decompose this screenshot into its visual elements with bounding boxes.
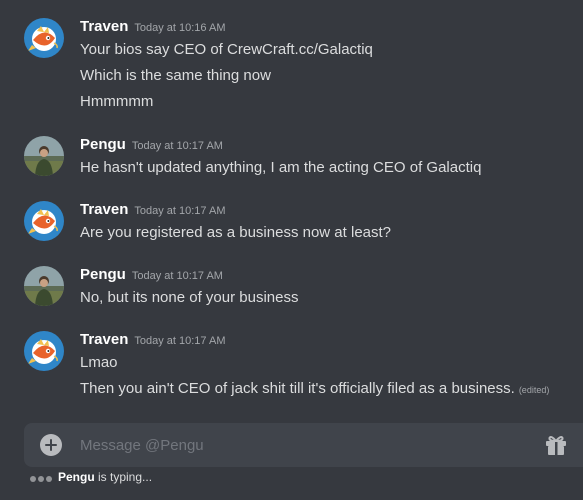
message-text: Then you ain't CEO of jack shit till it'… [80, 380, 549, 399]
username[interactable]: Traven [80, 201, 128, 218]
typing-dots-icon [30, 471, 54, 485]
chat-window: Traven Today at 10:16 AM Your bios say CE… [0, 0, 583, 500]
message-text: Which is the same thing now [80, 67, 271, 84]
message-group: Pengu Today at 10:17 AM No, but its none … [0, 266, 583, 310]
timestamp: Today at 10:17 AM [131, 270, 223, 282]
edited-label: (edited) [518, 385, 550, 395]
message-text: He hasn't updated anything, I am the act… [80, 159, 482, 176]
message-header: Pengu Today at 10:17 AM [80, 266, 223, 284]
add-attachment-button[interactable] [40, 434, 62, 456]
message-composer [24, 423, 583, 467]
magikarp-avatar-icon[interactable] [24, 331, 64, 371]
message-input[interactable] [80, 434, 520, 456]
person-photo-avatar-icon[interactable] [24, 266, 64, 306]
username[interactable]: Traven [80, 18, 128, 35]
username[interactable]: Traven [80, 331, 128, 348]
magikarp-avatar-icon[interactable] [24, 18, 64, 58]
message-list[interactable]: Traven Today at 10:16 AM Your bios say CE… [0, 0, 583, 412]
timestamp: Today at 10:17 AM [134, 205, 226, 217]
message-text: Lmao [80, 354, 118, 371]
message-text: Hmmmmm [80, 93, 154, 110]
gift-icon[interactable] [544, 434, 568, 456]
message-group: Traven Today at 10:16 AM Your bios say CE… [0, 18, 583, 114]
magikarp-avatar-icon[interactable] [24, 201, 64, 241]
message-header: Pengu Today at 10:17 AM [80, 136, 223, 154]
message-group: Traven Today at 10:17 AM Lmao Then you ai… [0, 331, 583, 401]
typing-suffix: is typing... [94, 470, 153, 484]
message-group: Pengu Today at 10:17 AM He hasn't updated… [0, 136, 583, 180]
timestamp: Today at 10:16 AM [134, 22, 226, 34]
message-group: Traven Today at 10:17 AM Are you register… [0, 201, 583, 245]
username[interactable]: Pengu [80, 136, 126, 153]
message-header: Traven Today at 10:17 AM [80, 201, 226, 219]
message-text: No, but its none of your business [80, 289, 299, 306]
message-text: Your bios say CEO of CrewCraft.cc/Galact… [80, 41, 373, 58]
message-header: Traven Today at 10:17 AM [80, 331, 226, 349]
typing-indicator: Pengu is typing... [30, 470, 152, 486]
person-photo-avatar-icon[interactable] [24, 136, 64, 176]
message-text-content: Then you ain't CEO of jack shit till it'… [80, 380, 515, 397]
typing-user: Pengu [58, 470, 95, 484]
message-text: Are you registered as a business now at … [80, 224, 392, 241]
timestamp: Today at 10:17 AM [134, 335, 226, 347]
message-header: Traven Today at 10:16 AM [80, 18, 226, 36]
username[interactable]: Pengu [80, 266, 126, 283]
timestamp: Today at 10:17 AM [131, 140, 223, 152]
